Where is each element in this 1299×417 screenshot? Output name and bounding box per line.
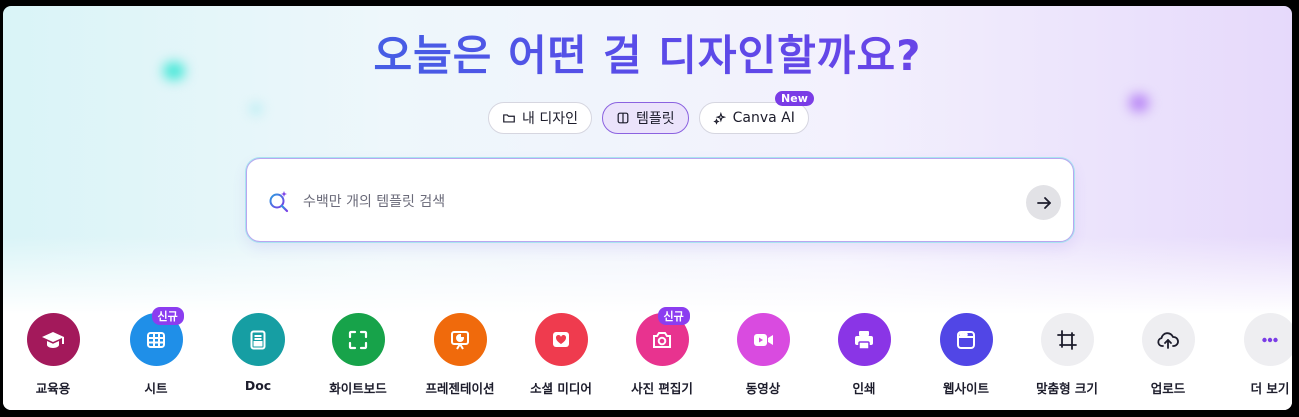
folder-icon	[503, 114, 515, 123]
category-icon-circle: 신규	[129, 307, 184, 366]
heart-icon	[553, 331, 569, 347]
category-label: 시트	[144, 381, 168, 396]
category-icon-circle: 신규	[635, 307, 690, 366]
website-icon	[957, 330, 975, 349]
custom-size-icon	[1057, 329, 1077, 350]
tab-templates[interactable]: 템플릿	[601, 102, 689, 134]
new-badge: New	[775, 91, 814, 106]
category-icon-circle	[939, 313, 993, 366]
printer-icon	[855, 330, 873, 350]
category-whiteboard[interactable]: 화이트보드	[308, 313, 408, 397]
category-label: 동영상	[745, 381, 781, 396]
tab-label: 템플릿	[635, 111, 675, 127]
category-label: 인쇄	[852, 381, 876, 396]
category-icon-circle	[1141, 313, 1195, 366]
category-presentation[interactable]: 프레젠테이션	[410, 313, 510, 397]
category-label: 사진 편집기	[631, 381, 693, 396]
category-more[interactable]: 더 보기	[1220, 313, 1292, 397]
category-education[interactable]: 교육용	[3, 313, 103, 397]
category-icon-circle	[433, 313, 487, 366]
more-icon	[1262, 337, 1278, 342]
tab-my-designs[interactable]: 내 디자인	[488, 102, 592, 134]
tab-label: 내 디자인	[522, 111, 578, 127]
hero-panel: 오늘은 어떤 걸 디자인할까요? 내 디자인 템플릿 Canva AI New	[3, 6, 1292, 410]
category-website[interactable]: 웹사이트	[916, 313, 1016, 397]
category-label: 웹사이트	[942, 381, 989, 396]
template-icon	[617, 112, 629, 124]
category-social-media[interactable]: 소셜 미디어	[511, 313, 611, 397]
design-category-row: 교육용 신규 시트 Doc 화이트보드 프레젠테이션 소셜 미디어 신규 사진 …	[3, 307, 1292, 410]
page-title: 오늘은 어떤 걸 디자인할까요?	[3, 22, 1292, 83]
whiteboard-icon	[348, 330, 368, 349]
category-label: 프레젠테이션	[425, 381, 495, 396]
category-icon-circle	[837, 313, 891, 366]
doc-icon	[250, 330, 266, 349]
category-doc[interactable]: Doc	[208, 313, 308, 393]
category-label: 업로드	[1150, 381, 1186, 396]
upload-cloud-icon	[1157, 331, 1179, 349]
new-badge: 신규	[151, 307, 184, 325]
category-label: Doc	[244, 378, 272, 393]
category-label: 맞춤형 크기	[1036, 381, 1098, 396]
new-badge: 신규	[657, 307, 690, 325]
category-label: 더 보기	[1250, 381, 1290, 396]
sheet-icon	[147, 331, 165, 348]
category-icon-circle	[1243, 313, 1292, 366]
category-label: 소셜 미디어	[530, 381, 592, 396]
video-icon	[754, 333, 773, 346]
category-icon-circle	[1040, 313, 1094, 366]
sparkle-icon	[712, 111, 726, 125]
category-upload[interactable]: 업로드	[1118, 313, 1218, 397]
category-custom-size[interactable]: 맞춤형 크기	[1017, 313, 1117, 397]
category-sheets[interactable]: 신규 시트	[106, 307, 206, 397]
tab-label: Canva AI	[732, 110, 795, 126]
category-label: 교육용	[35, 381, 71, 396]
design-mode-tabs: 내 디자인 템플릿 Canva AI New	[488, 91, 814, 134]
tab-canva-ai[interactable]: Canva AI New	[698, 91, 814, 134]
presentation-icon	[451, 330, 469, 350]
search-input[interactable]	[301, 183, 1005, 221]
category-icon-circle	[331, 313, 385, 366]
category-icon-circle	[534, 313, 588, 366]
category-icon-circle	[231, 313, 285, 366]
category-photo-editor[interactable]: 신규 사진 편집기	[612, 307, 712, 397]
category-label: 화이트보드	[329, 381, 387, 396]
search-bar	[246, 158, 1074, 242]
search-submit-button[interactable]	[1026, 185, 1061, 220]
category-icon-circle	[736, 313, 790, 366]
graduation-cap-icon	[42, 331, 64, 348]
category-video[interactable]: 동영상	[713, 313, 813, 397]
arrow-right-icon	[1036, 196, 1051, 209]
category-print[interactable]: 인쇄	[814, 313, 914, 397]
category-icon-circle	[26, 313, 80, 366]
camera-icon	[653, 331, 671, 348]
magic-search-icon	[269, 191, 289, 213]
